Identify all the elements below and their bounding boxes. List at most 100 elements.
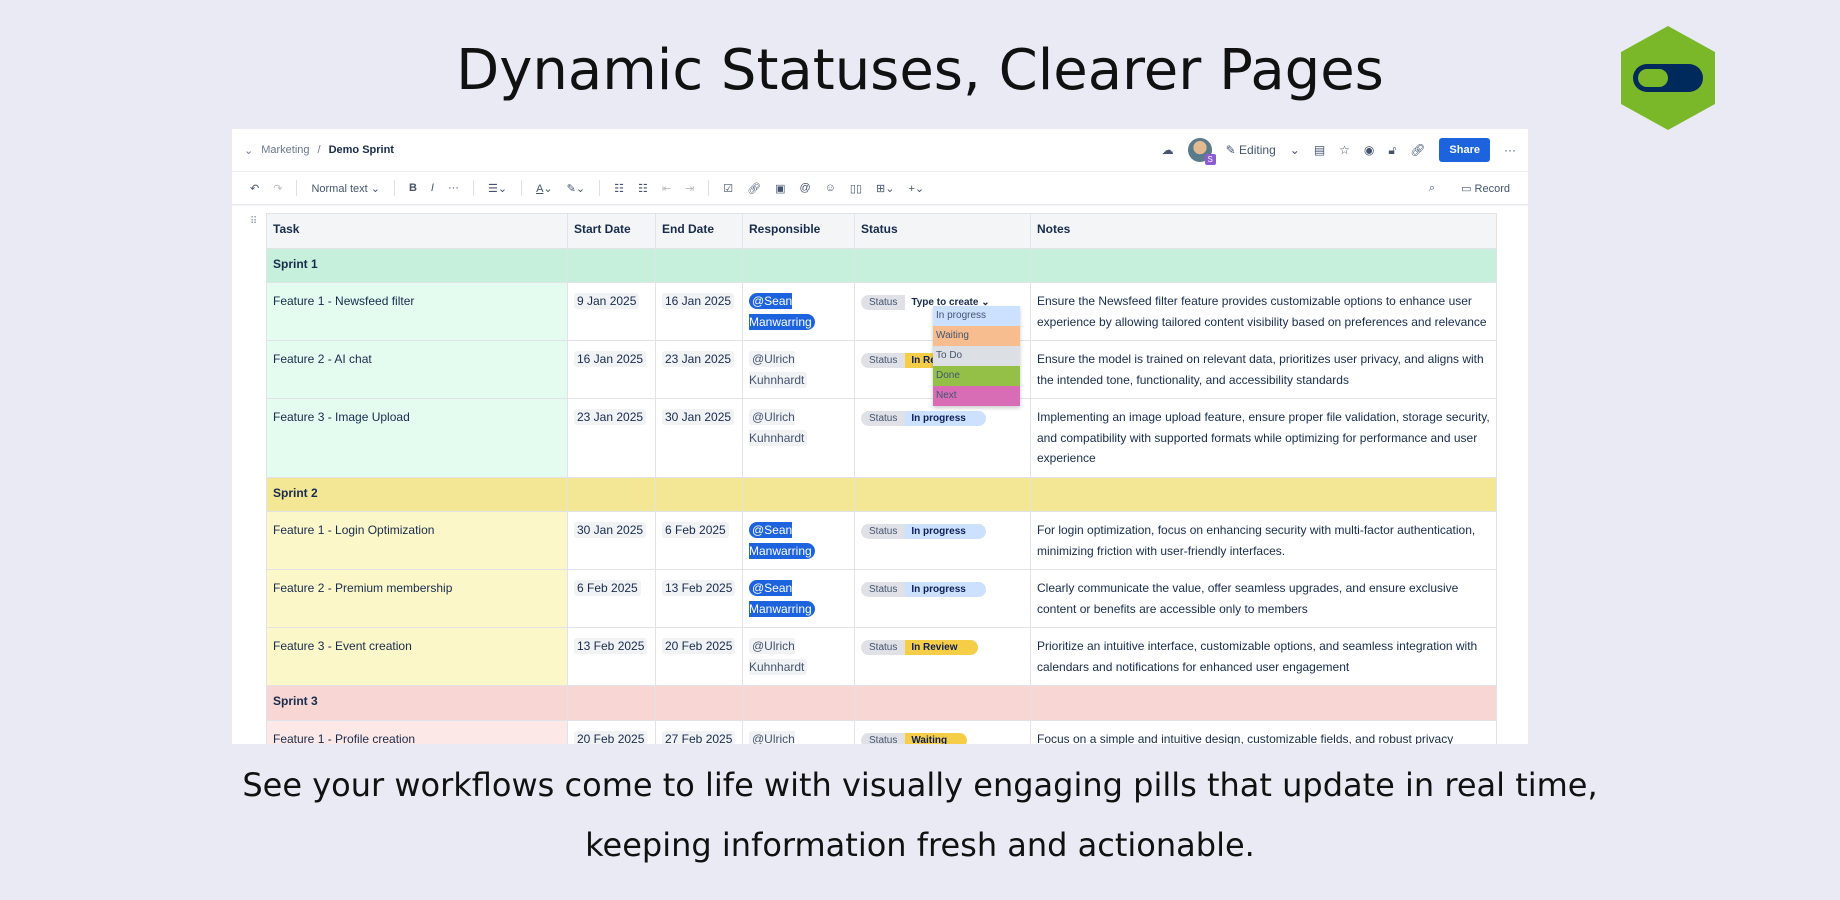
end-date-cell[interactable]: 27 Feb 2025 <box>655 719 743 744</box>
share-button[interactable]: Share <box>1439 138 1490 162</box>
redo-icon[interactable]: ↷ <box>273 182 282 195</box>
notes-cell[interactable]: Ensure the Newsfeed filter feature provi… <box>1030 282 1497 341</box>
task-cell[interactable]: Feature 3 - Event creation <box>266 627 568 686</box>
start-date[interactable]: 13 Feb 2025 <box>574 638 648 654</box>
notes-cell[interactable]: Prioritize an intuitive interface, custo… <box>1030 627 1497 686</box>
user-mention[interactable]: @Ulrich Kuhnhardt <box>749 730 808 744</box>
breadcrumb-page[interactable]: Demo Sprint <box>329 144 394 156</box>
notes-cell[interactable]: Clearly communicate the value, offer sea… <box>1030 569 1497 628</box>
task-cell[interactable]: Feature 2 - Premium membership <box>266 569 568 628</box>
responsible-cell[interactable]: @Sean Manwarring <box>742 569 855 628</box>
start-date-cell[interactable]: 23 Jan 2025 <box>567 398 656 478</box>
column-header[interactable]: Status <box>854 213 1031 249</box>
star-icon[interactable]: ☆ <box>1339 143 1350 157</box>
status-option[interactable]: Waiting <box>933 326 1020 346</box>
undo-icon[interactable]: ↶ <box>250 182 259 195</box>
end-date[interactable]: 23 Jan 2025 <box>662 351 735 367</box>
column-header[interactable]: Responsible <box>742 213 855 249</box>
status-pill[interactable]: Status In progress <box>861 524 986 539</box>
task-cell[interactable]: Feature 3 - Image Upload <box>266 398 568 478</box>
eye-icon[interactable]: ◉ <box>1364 143 1374 157</box>
unlock-icon[interactable]: 🔓︎ <box>1388 143 1396 158</box>
start-date[interactable]: 30 Jan 2025 <box>574 522 647 538</box>
end-date[interactable]: 16 Jan 2025 <box>662 293 735 309</box>
notes-cell[interactable]: Implementing an image upload feature, en… <box>1030 398 1497 478</box>
status-cell[interactable]: StatusIn Review <box>854 627 1031 686</box>
avatar[interactable]: S <box>1187 138 1216 165</box>
responsible-cell[interactable]: @Ulrich Kuhnhardt <box>742 340 855 399</box>
text-color-icon[interactable]: A⌄ <box>536 182 553 195</box>
start-date-cell[interactable]: 20 Feb 2025 <box>567 719 656 744</box>
notes-cell[interactable]: For login optimization, focus on enhanci… <box>1030 511 1497 570</box>
status-pill[interactable]: Status In progress <box>861 582 986 597</box>
chevron-down-icon[interactable]: ⌄ <box>1290 143 1300 157</box>
comment-icon[interactable]: ▤ <box>1314 143 1325 157</box>
start-date[interactable]: 6 Feb 2025 <box>574 580 641 596</box>
responsible-cell[interactable]: @Ulrich Kuhnhardt <box>742 398 855 478</box>
end-date[interactable]: 13 Feb 2025 <box>662 580 736 596</box>
task-cell[interactable]: Feature 1 - Newsfeed filter <box>266 282 568 341</box>
start-date[interactable]: 16 Jan 2025 <box>574 351 647 367</box>
status-option[interactable]: To Do <box>933 346 1020 366</box>
text-style-dropdown[interactable]: Normal text ⌄ <box>311 182 380 195</box>
start-date-cell[interactable]: 9 Jan 2025 <box>567 282 656 341</box>
end-date-cell[interactable]: 13 Feb 2025 <box>655 569 743 628</box>
status-cell[interactable]: Status In progress <box>854 398 1031 478</box>
end-date[interactable]: 20 Feb 2025 <box>662 638 736 654</box>
more-formatting-icon[interactable]: ··· <box>448 182 459 194</box>
end-date-cell[interactable]: 23 Jan 2025 <box>655 340 743 399</box>
user-mention[interactable]: @Sean Manwarring <box>749 580 815 617</box>
user-mention[interactable]: @Ulrich Kuhnhardt <box>749 409 808 446</box>
table-icon[interactable]: ⊞⌄ <box>876 182 894 195</box>
search-icon[interactable]: ⌕ <box>1429 182 1435 195</box>
status-pill[interactable]: StatusIn Review <box>861 640 978 655</box>
italic-icon[interactable]: I <box>431 182 434 194</box>
notes-cell[interactable]: Ensure the model is trained on relevant … <box>1030 340 1497 399</box>
user-mention[interactable]: @Ulrich Kuhnhardt <box>749 638 808 675</box>
status-cell[interactable]: Status Waiting <box>854 719 1031 744</box>
numbered-list-icon[interactable]: ☷ <box>638 182 648 195</box>
end-date-cell[interactable]: 20 Feb 2025 <box>655 627 743 686</box>
link-icon[interactable]: 🔗︎ <box>1410 143 1425 157</box>
start-date-cell[interactable]: 16 Jan 2025 <box>567 340 656 399</box>
user-mention[interactable]: @Ulrich Kuhnhardt <box>749 351 808 388</box>
responsible-cell[interactable]: @Sean Manwarring <box>742 282 855 341</box>
layout-icon[interactable]: ▯▯ <box>850 182 862 195</box>
status-cell[interactable]: Status In progress <box>854 511 1031 570</box>
insert-icon[interactable]: +⌄ <box>908 182 924 195</box>
link-icon[interactable]: 🔗︎ <box>747 182 761 195</box>
record-button[interactable]: ▭ Record <box>1461 182 1510 195</box>
user-mention[interactable]: @Sean Manwarring <box>749 293 815 330</box>
sprint-name[interactable]: Sprint 3 <box>266 685 568 721</box>
end-date-cell[interactable]: 16 Jan 2025 <box>655 282 743 341</box>
task-icon[interactable]: ☑ <box>723 182 733 195</box>
column-header[interactable]: End Date <box>655 213 743 249</box>
status-cell[interactable]: Status In progress <box>854 569 1031 628</box>
indent-icon[interactable]: ⇥ <box>685 182 694 195</box>
highlight-icon[interactable]: ✎⌄ <box>567 182 585 195</box>
editing-button[interactable]: ✎ Editing <box>1226 143 1276 157</box>
end-date[interactable]: 27 Feb 2025 <box>662 730 736 744</box>
image-icon[interactable]: ▣ <box>775 182 785 195</box>
align-icon[interactable]: ☰⌄ <box>488 182 507 195</box>
status-option[interactable]: Done <box>933 366 1020 386</box>
start-date[interactable]: 23 Jan 2025 <box>574 409 647 425</box>
start-date[interactable]: 20 Feb 2025 <box>574 730 648 744</box>
emoji-icon[interactable]: ☺ <box>825 182 836 194</box>
status-pill[interactable]: Status Waiting <box>861 732 968 744</box>
task-cell[interactable]: Feature 1 - Profile creation <box>266 719 568 744</box>
column-header[interactable]: Notes <box>1030 213 1497 249</box>
start-date[interactable]: 9 Jan 2025 <box>574 293 640 309</box>
user-mention[interactable]: @Sean Manwarring <box>749 522 815 559</box>
end-date[interactable]: 6 Feb 2025 <box>662 522 729 538</box>
task-cell[interactable]: Feature 2 - AI chat <box>266 340 568 399</box>
more-button[interactable]: ··· <box>1504 143 1516 157</box>
breadcrumb-space[interactable]: Marketing <box>261 144 309 156</box>
outdent-icon[interactable]: ⇤ <box>662 182 671 195</box>
start-date-cell[interactable]: 13 Feb 2025 <box>567 627 656 686</box>
status-option[interactable]: In progress <box>933 306 1020 326</box>
chevron-down-icon[interactable]: ⌄ <box>244 144 253 157</box>
notes-cell[interactable]: Focus on a simple and intuitive design, … <box>1030 719 1497 744</box>
start-date-cell[interactable]: 6 Feb 2025 <box>567 569 656 628</box>
sprint-name[interactable]: Sprint 2 <box>266 476 568 512</box>
